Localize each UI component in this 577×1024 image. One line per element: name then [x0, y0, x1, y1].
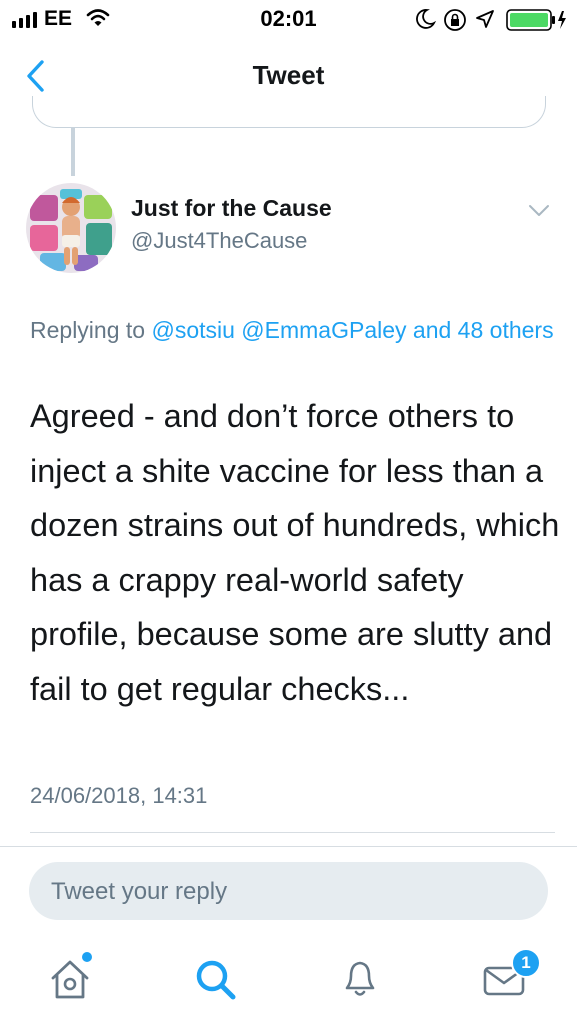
thread-connector: [71, 128, 75, 176]
mention-link[interactable]: @sotsiu: [151, 317, 234, 343]
tweet-timestamp: 24/06/2018, 14:31: [30, 783, 208, 808]
divider: [0, 846, 577, 847]
battery-icon: [506, 9, 566, 31]
reply-input[interactable]: Tweet your reply: [29, 862, 548, 920]
previous-tweet-card[interactable]: [32, 96, 546, 128]
author-name[interactable]: Just for the Cause: [131, 195, 332, 222]
replying-to: Replying to @sotsiu @EmmaGPaley and 48 o…: [30, 312, 560, 348]
notifications-icon[interactable]: [330, 948, 390, 1008]
chevron-down-icon[interactable]: [527, 202, 551, 218]
home-icon[interactable]: [40, 948, 100, 1008]
author-handle[interactable]: @Just4TheCause: [131, 228, 307, 254]
divider: [30, 832, 555, 833]
avatar[interactable]: [26, 183, 116, 273]
replying-to-label: Replying to: [30, 317, 146, 343]
search-icon[interactable]: [185, 948, 245, 1008]
orientation-lock-icon: [444, 9, 466, 31]
do-not-disturb-icon: [416, 9, 437, 29]
others-link[interactable]: and 48 others: [413, 317, 554, 343]
reply-placeholder: Tweet your reply: [51, 878, 228, 905]
messages-badge: 1: [511, 948, 541, 978]
tweet-text: Agreed - and don’t force others to injec…: [30, 398, 560, 707]
page-title: Tweet: [252, 60, 325, 90]
status-bar: EE 02:01: [0, 0, 577, 40]
mention-link[interactable]: @EmmaGPaley: [241, 317, 406, 343]
location-icon: [476, 10, 494, 28]
